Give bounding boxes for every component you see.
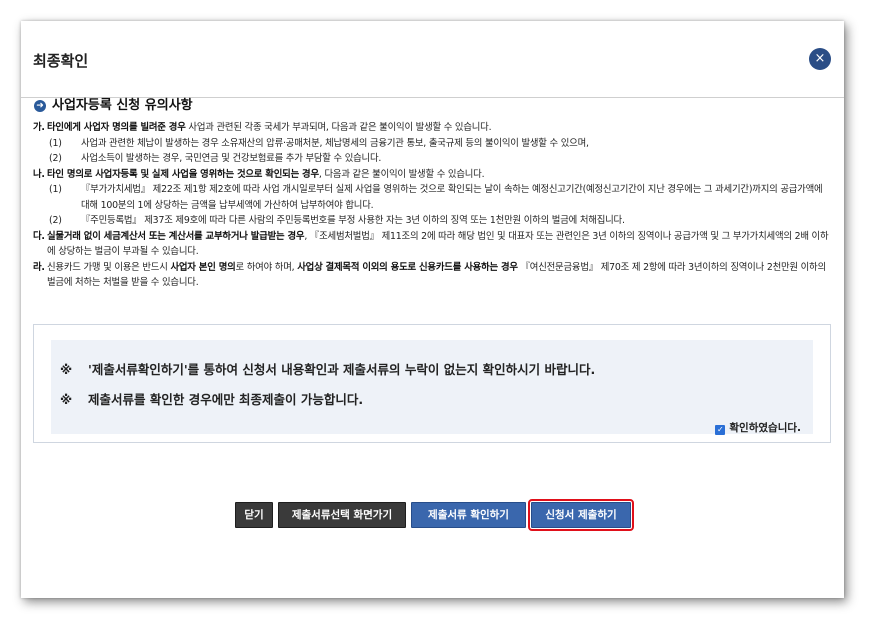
checkbox-label: 확인하였습니다. xyxy=(729,422,801,434)
item-marker: 라. xyxy=(33,261,45,273)
dialog-header: 최종확인 × xyxy=(21,21,844,98)
close-button[interactable]: 닫기 xyxy=(235,502,273,528)
confirm-box: ※ '제출서류확인하기'를 통하여 신청서 내용확인과 제출서류의 누락이 없는지… xyxy=(33,324,831,443)
confirm-checkbox-row[interactable]: ✓ 확인하였습니다. xyxy=(715,420,801,435)
check-docs-button[interactable]: 제출서류 확인하기 xyxy=(411,502,526,528)
item-marker: 나. xyxy=(33,168,45,180)
sub-number: (2) xyxy=(49,153,62,164)
reference-mark: ※ xyxy=(60,362,73,377)
go-select-docs-button[interactable]: 제출서류선택 화면가기 xyxy=(278,502,406,528)
section-heading: ➜ 사업자등록 신청 유의사항 xyxy=(34,94,193,113)
item-text: 신용카드 가맹 및 이용은 반드시 xyxy=(47,261,171,273)
sub-item: (1) 사업과 관련한 체납이 발생하는 경우 소유재산의 압류·공매처분, 체납… xyxy=(47,136,833,152)
close-icon[interactable]: × xyxy=(809,48,831,70)
notice-item-ga: 가. 타인에게 사업자 명의를 빌려준 경우 사업과 관련된 각종 국세가 부과… xyxy=(33,120,833,167)
reference-mark: ※ xyxy=(60,392,73,407)
sub-item: (1) 『부가가치세법』 제22조 제1항 제2호에 따라 사업 개시일로부터 실… xyxy=(47,182,833,213)
confirm-line-2: ※ 제출서류를 확인한 경우에만 최종제출이 가능합니다. xyxy=(60,389,363,408)
sub-number: (1) xyxy=(49,137,62,149)
confirm-panel: ※ '제출서류확인하기'를 통하여 신청서 내용확인과 제출서류의 누락이 없는지… xyxy=(51,340,813,435)
final-confirm-dialog: 최종확인 × ➜ 사업자등록 신청 유의사항 가. 타인에게 사업자 명의를 빌려… xyxy=(21,21,844,598)
item-bold-text: 실물거래 없이 세금계산서 또는 계산서를 교부하거나 발급받는 경우 xyxy=(47,230,305,242)
sub-text: 사업과 관련한 체납이 발생하는 경우 소유재산의 압류·공매처분, 체납명세의… xyxy=(81,137,589,149)
sub-item: (2) 사업소득이 발생하는 경우, 국민연금 및 건강보험료를 추가 부담할 수… xyxy=(47,151,833,167)
arrow-circle-icon: ➜ xyxy=(34,100,46,112)
notice-item-na: 나. 타인 명의로 사업자등록 및 실제 사업을 영위하는 것으로 확인되는 경… xyxy=(33,167,833,229)
item-bold-text: 사업상 결제목적 이외의 용도로 신용카드를 사용하는 경우 xyxy=(297,261,518,273)
confirm-line-1: ※ '제출서류확인하기'를 통하여 신청서 내용확인과 제출서류의 누락이 없는지… xyxy=(60,359,595,378)
dialog-title: 최종확인 xyxy=(33,52,89,70)
item-text: , 다음과 같은 불이익이 발생할 수 있습니다. xyxy=(318,168,485,180)
item-marker: 다. xyxy=(33,230,45,242)
sub-number: (2) xyxy=(49,215,62,226)
sub-text: 사업소득이 발생하는 경우, 국민연금 및 건강보험료를 추가 부담할 수 있습… xyxy=(81,153,382,164)
item-text: 로 하여야 하며, xyxy=(235,261,298,273)
sub-text: 『주민등록법』 제37조 제9호에 따라 다른 사람의 주민등록번호를 부정 사… xyxy=(81,215,625,226)
submit-application-button[interactable]: 신청서 제출하기 xyxy=(528,499,634,531)
sub-item: (2) 『주민등록법』 제37조 제9호에 따라 다른 사람의 주민등록번호를 부… xyxy=(47,213,833,229)
notice-item-ra: 라. 신용카드 가맹 및 이용은 반드시 사업자 본인 명의로 하여야 하며, … xyxy=(33,260,833,291)
item-text: 사업과 관련된 각종 국세가 부과되며, 다음과 같은 불이익이 발생할 수 있… xyxy=(185,122,492,133)
item-bold-text: 사업자 본인 명의 xyxy=(170,261,236,273)
item-bold-text: 타인에게 사업자 명의를 빌려준 경우 xyxy=(47,122,186,133)
notice-list: 가. 타인에게 사업자 명의를 빌려준 경우 사업과 관련된 각종 국세가 부과… xyxy=(33,120,833,291)
confirm-line-text: '제출서류확인하기'를 통하여 신청서 내용확인과 제출서류의 누락이 없는지 … xyxy=(88,362,596,377)
sub-number: (1) xyxy=(49,184,62,195)
sub-text: 『부가가치세법』 제22조 제1항 제2호에 따라 사업 개시일로부터 실제 사… xyxy=(81,184,823,211)
confirm-line-text: 제출서류를 확인한 경우에만 최종제출이 가능합니다. xyxy=(88,392,364,407)
section-heading-text: 사업자등록 신청 유의사항 xyxy=(52,98,193,113)
item-marker: 가. xyxy=(33,122,45,133)
checkbox-checked-icon[interactable]: ✓ xyxy=(715,425,726,435)
item-bold-text: 타인 명의로 사업자등록 및 실제 사업을 영위하는 것으로 확인되는 경우 xyxy=(47,168,319,180)
notice-item-da: 다. 실물거래 없이 세금계산서 또는 계산서를 교부하거나 발급받는 경우, … xyxy=(33,229,833,260)
